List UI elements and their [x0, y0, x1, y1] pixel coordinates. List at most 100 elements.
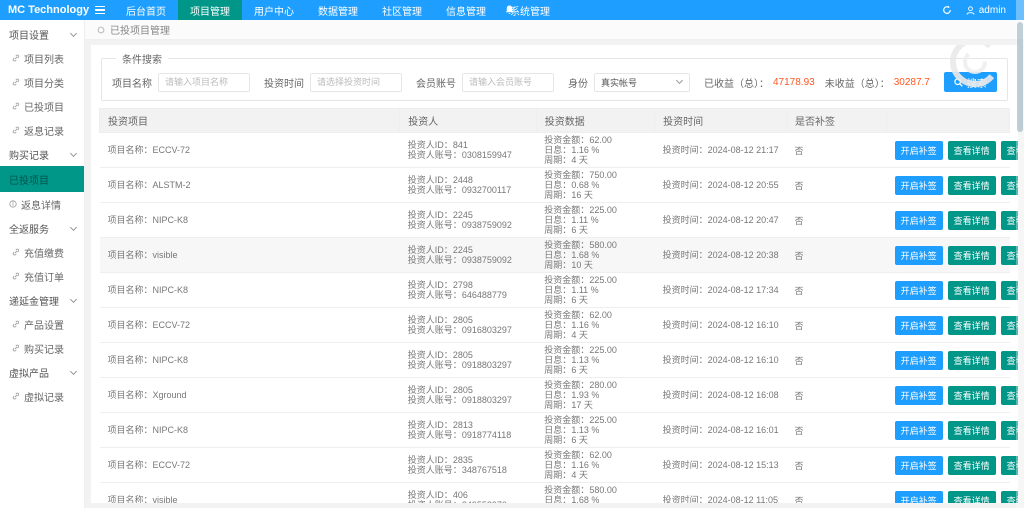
sidebar-item-3[interactable]: 项目分类 — [0, 70, 84, 94]
investor-id-value: 2448 — [453, 175, 473, 185]
scrollbar-thumb[interactable] — [1017, 22, 1023, 132]
sidebar-item-2[interactable]: 项目列表 — [0, 46, 84, 70]
sidebar-item-14[interactable]: 购买记录 — [0, 336, 84, 360]
sidebar-item-7[interactable]: 已投项目 — [0, 166, 84, 192]
open-resign-button[interactable]: 开启补签 — [895, 141, 943, 160]
project-cell: 项目名称：Xground — [100, 378, 400, 413]
nav-item-1[interactable]: 后台首页 — [114, 0, 178, 20]
identity-label: 身份 — [568, 75, 588, 90]
view-details-button[interactable]: 查看详情 — [948, 456, 996, 475]
open-resign-button[interactable]: 开启补签 — [895, 211, 943, 230]
view-details-button[interactable]: 查看详情 — [948, 421, 996, 440]
amount-value: 62.00 — [589, 450, 612, 460]
open-resign-button[interactable]: 开启补签 — [895, 491, 943, 505]
identity-select[interactable]: 真实帐号 — [594, 73, 690, 92]
sidebar-item-1[interactable]: 项目设置 — [0, 22, 84, 46]
vertical-scrollbar[interactable] — [1016, 0, 1024, 508]
sidebar-item-13[interactable]: 产品设置 — [0, 312, 84, 336]
sidebar-item-10[interactable]: 充值缴费 — [0, 240, 84, 264]
invest-time-cell: 投资时间：2024-08-12 17:34:59 — [655, 273, 787, 308]
invest-time-cell: 投资时间：2024-08-12 20:38:46 — [655, 238, 787, 273]
invest-data-cell: 投资金额：580.00日息：1.68 %周期：10 天 — [536, 238, 654, 273]
sidebar-item-12[interactable]: 递延金管理 — [0, 288, 84, 312]
view-details-button[interactable]: 查看详情 — [948, 211, 996, 230]
open-resign-button[interactable]: 开启补签 — [895, 456, 943, 475]
refresh-icon[interactable] — [942, 5, 952, 15]
view-details-button[interactable]: 查看详情 — [948, 491, 996, 505]
sidebar-item-11[interactable]: 充值订单 — [0, 264, 84, 288]
project-name-label: 项目名称： — [108, 495, 153, 504]
open-resign-button[interactable]: 开启补签 — [895, 421, 943, 440]
sidebar-item-16[interactable]: 虚拟记录 — [0, 384, 84, 408]
view-details-button[interactable]: 查看详情 — [948, 141, 996, 160]
project-name-value: Xground — [153, 390, 187, 400]
rate-value: 0.68 % — [571, 180, 599, 190]
actions-cell: 开启补签查看详情查看合同 — [887, 168, 1010, 203]
nav-item-6[interactable]: 信息管理 — [434, 0, 498, 20]
project-name-label: 项目名称： — [108, 390, 153, 400]
sidebar-item-15[interactable]: 虚拟产品 — [0, 360, 84, 384]
view-details-button[interactable]: 查看详情 — [948, 351, 996, 370]
project-name-value: visible — [153, 250, 178, 260]
sidebar-item-label: 项目列表 — [24, 51, 64, 66]
view-details-button[interactable]: 查看详情 — [948, 246, 996, 265]
view-details-button[interactable]: 查看详情 — [948, 176, 996, 195]
table-row: 项目名称：visible投资人ID：2245投资人账号：0938759092投资… — [100, 238, 1010, 273]
nav-item-5[interactable]: 社区管理 — [370, 0, 434, 20]
amount-label: 投资金额： — [544, 415, 589, 425]
investor-account-value: 0916803297 — [462, 325, 512, 335]
project-name-value: ECCV-72 — [153, 145, 191, 155]
invest-data-cell: 投资金额：62.00日息：1.16 %周期：4 天 — [536, 448, 654, 483]
view-details-button[interactable]: 查看详情 — [948, 281, 996, 300]
amount-value: 280.00 — [589, 380, 617, 390]
invest-time-cell: 投资时间：2024-08-12 16:01:18 — [655, 413, 787, 448]
open-resign-button[interactable]: 开启补签 — [895, 386, 943, 405]
cycle-label: 周期： — [544, 435, 571, 445]
invest-time-cell: 投资时间：2024-08-12 21:17:18 — [655, 133, 787, 168]
nav-item-3[interactable]: 用户中心 — [242, 0, 306, 20]
rate-value: 1.11 % — [571, 285, 598, 295]
sidebar-item-4[interactable]: 已投项目 — [0, 94, 84, 118]
cycle-value: 4 天 — [571, 155, 588, 165]
hamburger-menu-icon[interactable] — [86, 0, 114, 20]
filter-legend: 条件搜索 — [116, 51, 168, 66]
breadcrumb: 已投项目管理 — [85, 20, 1024, 40]
project-name-value: ALSTM-2 — [153, 180, 191, 190]
project-name-value: visible — [153, 495, 178, 504]
search-button[interactable]: 搜索 — [944, 72, 997, 92]
open-resign-button[interactable]: 开启补签 — [895, 176, 943, 195]
invest-data-cell: 投资金额：225.00日息：1.11 %周期：6 天 — [536, 273, 654, 308]
sidebar-item-5[interactable]: 返息记录 — [0, 118, 84, 142]
actions-cell: 开启补签查看详情查看合同 — [887, 273, 1010, 308]
user-menu[interactable]: admin — [966, 5, 1006, 16]
investor-id-value: 841 — [453, 140, 468, 150]
investor-id-label: 投资人ID： — [408, 455, 453, 465]
actions-cell: 开启补签查看详情查看合同 — [887, 413, 1010, 448]
project-name-input[interactable] — [158, 73, 250, 92]
earned-total-label: 已收益（总）： — [704, 75, 769, 90]
investor-id-value: 2245 — [453, 210, 473, 220]
nav-item-4[interactable]: 数据管理 — [306, 0, 370, 20]
resign-cell: 否 — [787, 273, 887, 308]
cycle-label: 周期： — [544, 400, 571, 410]
sidebar-item-9[interactable]: 全返服务 — [0, 216, 84, 240]
investor-account-value: 0918803297 — [462, 360, 512, 370]
member-account-input[interactable] — [462, 73, 554, 92]
resign-cell: 否 — [787, 448, 887, 483]
view-details-button[interactable]: 查看详情 — [948, 386, 996, 405]
open-resign-button[interactable]: 开启补签 — [895, 316, 943, 335]
open-resign-button[interactable]: 开启补签 — [895, 351, 943, 370]
actions-cell: 开启补签查看详情查看合同 — [887, 238, 1010, 273]
invest-time-value: 2024-08-12 16:10:53 — [708, 320, 779, 330]
sidebar-item-6[interactable]: 购买记录 — [0, 142, 84, 166]
open-resign-button[interactable]: 开启补签 — [895, 246, 943, 265]
notification-bell-icon[interactable] — [505, 0, 514, 20]
project-name-label: 项目名称： — [108, 145, 153, 155]
sidebar-item-8[interactable]: 返息详情 — [0, 192, 84, 216]
nav-item-2[interactable]: 项目管理 — [178, 0, 242, 20]
invest-time-input[interactable] — [310, 73, 402, 92]
chevron-down-icon — [70, 367, 77, 374]
open-resign-button[interactable]: 开启补签 — [895, 281, 943, 300]
investor-cell: 投资人ID：2245投资人账号：0938759092 — [400, 238, 537, 273]
view-details-button[interactable]: 查看详情 — [948, 316, 996, 335]
